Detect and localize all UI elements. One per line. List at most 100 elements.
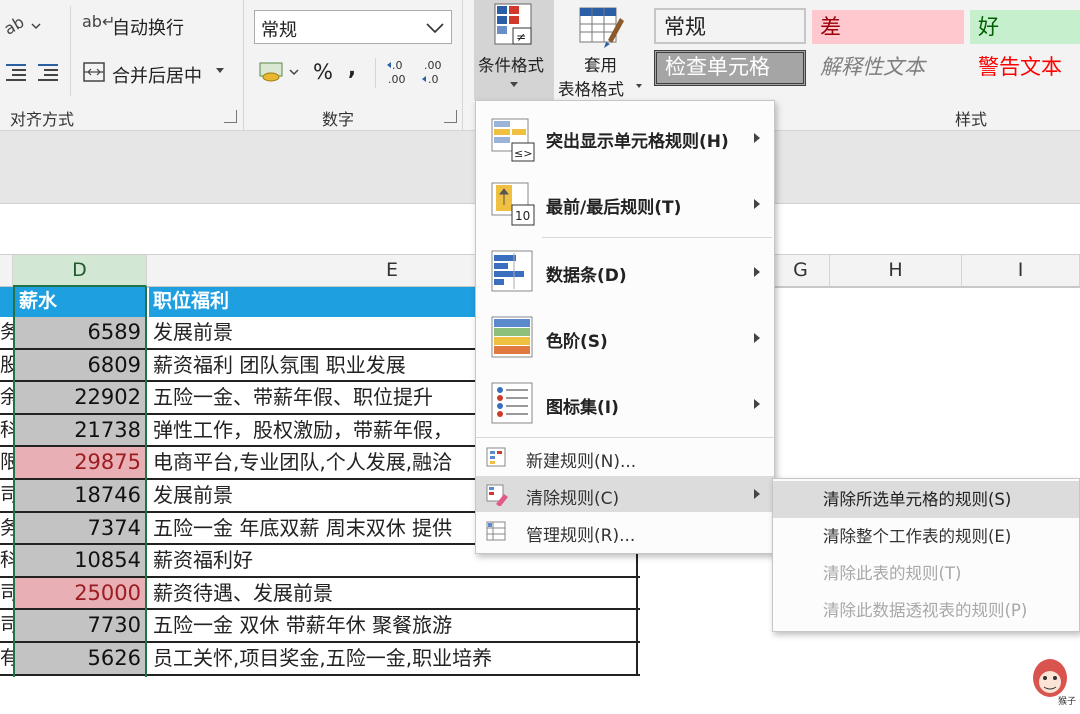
cell-salary[interactable]: 10854	[15, 545, 145, 576]
number-format-value: 常规	[261, 20, 297, 41]
menu-item-new-rule[interactable]: 新建规则(N)...	[476, 439, 774, 475]
highlight-rules-icon: ≤>	[491, 118, 535, 162]
style-warning[interactable]: 警告文本	[970, 50, 1080, 84]
svg-text:.0: .0	[428, 73, 439, 86]
cell-benefits[interactable]: 薪资待遇、发展前景	[149, 577, 638, 609]
cell-salary[interactable]: 22902	[15, 382, 145, 413]
cell-c-clipped[interactable]: 司	[0, 480, 13, 511]
conditional-format-label: 条件格式	[478, 56, 544, 75]
menu-item-icon-sets[interactable]: 图标集(I)	[476, 373, 774, 439]
cell-c-clipped[interactable]: 司	[0, 610, 13, 641]
cell-c-clipped[interactable]: 务	[0, 513, 13, 544]
alignment-dialog-launcher-icon[interactable]	[224, 110, 237, 123]
number-group-label: 数字	[322, 110, 355, 129]
cell-salary[interactable]: 25000	[15, 577, 145, 609]
conditional-format-menu: ≤> 突出显示单元格规则(H) 10 最前/最后规则(T) 数据条(D) 色阶(…	[475, 100, 775, 554]
column-header-g[interactable]: G	[772, 255, 830, 287]
orientation-button[interactable]: ab	[1, 12, 42, 39]
accounting-format-button[interactable]	[258, 58, 304, 86]
indent-buttons[interactable]	[2, 58, 64, 84]
submenu-clear-selected-cells[interactable]: 清除所选单元格的规则(S)	[773, 481, 1079, 518]
watermark-logo: 猴子	[1030, 656, 1080, 710]
style-check-cell[interactable]: 检查单元格	[654, 50, 806, 86]
menu-divider	[542, 237, 772, 238]
cell-salary[interactable]: 29875	[15, 447, 145, 478]
style-check-cell-label: 检查单元格	[665, 55, 770, 79]
column-header-d[interactable]: D	[13, 255, 147, 287]
manage-rules-icon	[486, 521, 506, 541]
style-explanatory[interactable]: 解释性文本	[812, 50, 964, 84]
cell-salary[interactable]: 6809	[15, 349, 145, 381]
cell-c-clipped[interactable]: 司	[0, 578, 13, 609]
cell-salary[interactable]: 7730	[15, 610, 145, 641]
chevron-right-icon	[754, 333, 760, 343]
cell-c-clipped[interactable]: 余	[0, 382, 13, 413]
cell-c-clipped[interactable]: 科	[0, 415, 13, 446]
chevron-down-icon	[216, 68, 224, 73]
styles-group-label: 样式	[955, 110, 988, 129]
cell-salary[interactable]: 21738	[15, 414, 145, 446]
menu-item-label: 管理规则(R)...	[526, 526, 636, 546]
header-cell-c[interactable]	[0, 287, 13, 317]
cell-benefits[interactable]: 五险一金 双休 带薪年休 聚餐旅游	[149, 610, 638, 641]
cell-salary[interactable]: 5626	[15, 643, 145, 674]
percent-style-button[interactable]: %	[313, 60, 333, 84]
menu-item-manage-rules[interactable]: 管理规则(R)...	[476, 513, 774, 549]
cell-benefits[interactable]: 员工关怀,项目奖金,五险一金,职业培养	[149, 643, 638, 674]
menu-item-color-scales[interactable]: 色阶(S)	[476, 307, 774, 373]
cell-salary[interactable]: 18746	[15, 480, 145, 511]
chevron-right-icon	[754, 489, 760, 499]
number-dialog-launcher-icon[interactable]	[444, 110, 457, 123]
cell-c-clipped[interactable]: 股	[0, 350, 13, 381]
clear-rules-submenu: 清除所选单元格的规则(S) 清除整个工作表的规则(E) 清除此表的规则(T) 清…	[772, 478, 1080, 632]
chevron-down-icon	[510, 82, 518, 87]
table-row: 司 7730 五险一金 双休 带薪年休 聚餐旅游	[0, 610, 640, 643]
style-normal-label: 常规	[664, 15, 706, 39]
decrease-decimal-button[interactable]: .00 .0	[420, 56, 450, 88]
chevron-down-icon	[636, 84, 642, 88]
style-good[interactable]: 好	[970, 10, 1080, 44]
menu-item-clear-rules[interactable]: 清除规则(C)	[476, 476, 774, 512]
format-as-table-button[interactable]: 套用 表格格式	[556, 0, 646, 100]
menu-item-label: 色阶(S)	[546, 332, 608, 352]
header-cell-salary[interactable]: 薪水	[15, 287, 145, 317]
table-format-label-2: 表格格式	[558, 80, 624, 99]
merge-center-button[interactable]: 合并后居中	[82, 58, 242, 88]
wrap-text-label: 自动换行	[112, 18, 184, 39]
data-bars-icon	[491, 250, 533, 292]
svg-text:.0: .0	[392, 59, 403, 72]
svg-text:.00: .00	[388, 73, 406, 86]
wrap-text-button[interactable]: ab↵ 自动换行	[82, 10, 242, 40]
conditional-format-button[interactable]: ≠ 条件格式	[474, 0, 554, 100]
menu-item-data-bars[interactable]: 数据条(D)	[476, 241, 774, 307]
svg-text:.00: .00	[424, 59, 442, 72]
submenu-clear-entire-sheet[interactable]: 清除整个工作表的规则(E)	[773, 518, 1079, 555]
cell-c-clipped[interactable]: 务	[0, 317, 13, 348]
chevron-down-icon	[426, 23, 444, 34]
style-bad[interactable]: 差	[812, 10, 964, 44]
cell-c-clipped[interactable]: 科	[0, 545, 13, 576]
number-format-select[interactable]: 常规	[254, 10, 452, 44]
watermark-text: 猴子	[1058, 697, 1077, 707]
style-normal[interactable]: 常规	[654, 8, 806, 44]
alignment-group-label: 对齐方式	[10, 110, 75, 129]
svg-text:ab: ab	[2, 12, 27, 38]
merge-center-icon	[83, 62, 105, 82]
chevron-right-icon	[754, 267, 760, 277]
cell-c-clipped[interactable]: 限	[0, 447, 13, 478]
comma-style-button[interactable]: ,	[348, 56, 356, 80]
table-format-icon	[579, 7, 624, 48]
chevron-right-icon	[754, 399, 760, 409]
style-good-label: 好	[978, 15, 999, 39]
svg-text:≤>: ≤>	[514, 147, 532, 160]
menu-item-top-bottom-rules[interactable]: 10 最前/最后规则(T)	[476, 173, 774, 239]
menu-item-highlight-rules[interactable]: ≤> 突出显示单元格规则(H)	[476, 107, 774, 173]
table-row: 司 25000 薪资待遇、发展前景	[0, 577, 640, 611]
increase-decimal-button[interactable]: .0 .00	[386, 56, 416, 88]
cell-salary[interactable]: 6589	[15, 317, 145, 348]
cell-salary[interactable]: 7374	[15, 512, 145, 544]
cell-c-clipped[interactable]: 有	[0, 643, 13, 674]
column-header-i[interactable]: I	[962, 255, 1080, 287]
column-header-h[interactable]: H	[830, 255, 962, 287]
column-header-c[interactable]	[0, 255, 13, 287]
